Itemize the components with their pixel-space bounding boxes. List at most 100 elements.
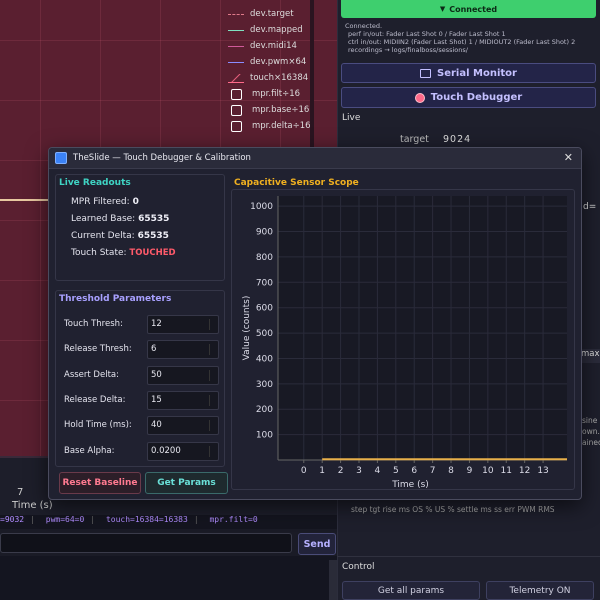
live-section-label: Live <box>342 113 361 123</box>
x-tick-label: 11 <box>501 466 512 476</box>
touch-debugger-label: Touch Debugger <box>430 92 523 103</box>
legend-item[interactable]: dev.midi14 <box>228 39 297 53</box>
status-separator: | <box>193 515 199 524</box>
param-input[interactable]: 12 <box>147 315 219 334</box>
scope-x-axis-label: Time (s) <box>391 480 429 490</box>
log-line: perf in/out: Fader Last Shot 0 / Fader L… <box>348 30 506 38</box>
legend-item[interactable]: dev.mapped <box>228 23 303 37</box>
touch-debugger-button[interactable]: Touch Debugger <box>341 87 596 108</box>
partial-help-text: sine own. ained <box>582 415 600 448</box>
legend-swatch-icon <box>231 88 242 100</box>
y-tick-label: 200 <box>256 405 273 415</box>
legend-label: mpr.filt÷16 <box>252 89 301 99</box>
legend-swatch-icon <box>231 104 242 116</box>
x-tick-label: 6 <box>411 466 417 476</box>
legend-swatch-icon <box>231 120 242 132</box>
spinner-arrows-icon[interactable] <box>209 319 216 330</box>
live-target-value: 9024 <box>443 134 472 145</box>
help-line: sine <box>582 416 598 425</box>
legend-label: dev.midi14 <box>250 41 297 51</box>
x-tick-label: 2 <box>338 466 344 476</box>
param-value: 0.0200 <box>151 445 181 456</box>
bottom-left-panel <box>0 556 337 600</box>
monitor-icon <box>420 68 432 78</box>
legend-label: mpr.delta÷16 <box>252 121 311 131</box>
x-tick-label: 12 <box>519 466 530 476</box>
touch-debugger-dialog: TheSlide — Touch Debugger & Calibration … <box>48 147 582 500</box>
param-label: Assert Delta: <box>64 369 119 380</box>
xaxis-label: Time (s) <box>12 500 53 511</box>
y-tick-label: 900 <box>256 228 273 238</box>
y-tick-label: 100 <box>256 431 273 441</box>
legend-label: mpr.base÷16 <box>252 105 310 115</box>
send-button[interactable]: Send <box>298 533 336 555</box>
x-tick-label: 13 <box>537 466 548 476</box>
legend-swatch-icon <box>228 29 244 31</box>
param-input[interactable]: 6 <box>147 340 219 360</box>
help-line: own. <box>582 427 600 436</box>
param-label: Touch Thresh: <box>64 319 123 329</box>
trace-line <box>0 199 48 201</box>
log-line: recordings → logs/finalboss/sessions/ <box>348 46 468 54</box>
serial-monitor-label: Serial Monitor <box>437 67 517 79</box>
status-item: touch=16384=16383 <box>105 515 188 524</box>
connect-icon: ▼ <box>439 5 446 13</box>
legend-item[interactable]: mpr.delta÷16 <box>228 119 311 133</box>
param-value: 15 <box>151 394 162 405</box>
legend-item[interactable]: mpr.filt÷16 <box>228 87 300 101</box>
serial-command-input[interactable] <box>0 533 292 553</box>
y-tick-label: 300 <box>256 380 273 390</box>
legend-swatch-icon <box>228 61 244 63</box>
get-all-params-button[interactable]: Get all params <box>342 581 480 600</box>
x-tick-label: 7 <box>430 466 436 476</box>
telemetry-toggle-button[interactable]: Telemetry ON <box>486 581 594 600</box>
target-icon <box>414 92 425 103</box>
connection-status-label: Connected <box>449 4 498 14</box>
y-tick-label: 700 <box>256 278 273 288</box>
x-tick-label: 10 <box>482 466 494 476</box>
legend-item[interactable]: dev.target <box>228 7 294 21</box>
legend-label: dev.pwm×64 <box>250 57 307 67</box>
serial-monitor-button[interactable]: Serial Monitor <box>341 63 596 83</box>
status-item: =9032 <box>0 515 25 524</box>
live-target-label: target <box>400 134 429 145</box>
control-section-label: Control <box>342 562 375 572</box>
param-label: Release Thresh: <box>64 344 132 355</box>
legend-item[interactable]: mpr.base÷16 <box>228 103 309 117</box>
x-tick-label: 5 <box>393 466 399 476</box>
legend-item[interactable]: touch×16384 <box>228 71 308 85</box>
param-input[interactable]: 0.0200 <box>147 441 219 461</box>
step-metrics-header: step tgt rise ms OS % US % settle ms ss … <box>351 505 555 514</box>
x-tick-label: 3 <box>356 466 362 476</box>
legend-swatch-icon <box>228 45 244 47</box>
partial-label: d= <box>583 202 597 212</box>
serial-send-row: Send <box>0 532 337 556</box>
spinner-arrows-icon[interactable] <box>209 394 216 406</box>
spinner-arrows-icon[interactable] <box>209 420 216 432</box>
param-value: 40 <box>151 420 162 431</box>
param-input[interactable]: 15 <box>147 390 219 410</box>
y-tick-label: 500 <box>256 329 273 339</box>
x-tick-label: 8 <box>448 466 454 476</box>
x-tick-label: 4 <box>375 466 381 476</box>
param-input[interactable]: 40 <box>147 416 219 436</box>
legend-swatch-icon <box>228 13 244 15</box>
scope-y-axis-label: Value (counts) <box>242 296 252 361</box>
log-line: Connected. <box>345 22 383 30</box>
spinner-arrows-icon[interactable] <box>209 445 216 457</box>
sensor-scope-chart: 10020030040050060070080090010000 1 2 3 4 5 6 7 8… <box>242 196 567 490</box>
param-input[interactable]: 50 <box>147 365 219 385</box>
scrollbar[interactable] <box>329 560 337 600</box>
legend-swatch-icon <box>228 73 244 83</box>
log-line: ctrl in/out: MIDIIN2 (Fader Last Shot) 1… <box>348 38 576 46</box>
spinner-arrows-icon[interactable] <box>209 344 216 356</box>
status-item: mpr.filt=0 <box>209 515 258 524</box>
y-tick-label: 800 <box>256 253 273 263</box>
connection-status-button[interactable]: ▼ Connected <box>341 0 596 18</box>
legend-item[interactable]: dev.pwm×64 <box>228 55 306 69</box>
spinner-arrows-icon[interactable] <box>209 369 216 381</box>
status-separator: | <box>30 515 35 524</box>
max-button[interactable]: max <box>581 349 600 363</box>
x-tick-label: 1 <box>319 466 325 476</box>
param-label: Hold Time (ms): <box>64 420 132 431</box>
